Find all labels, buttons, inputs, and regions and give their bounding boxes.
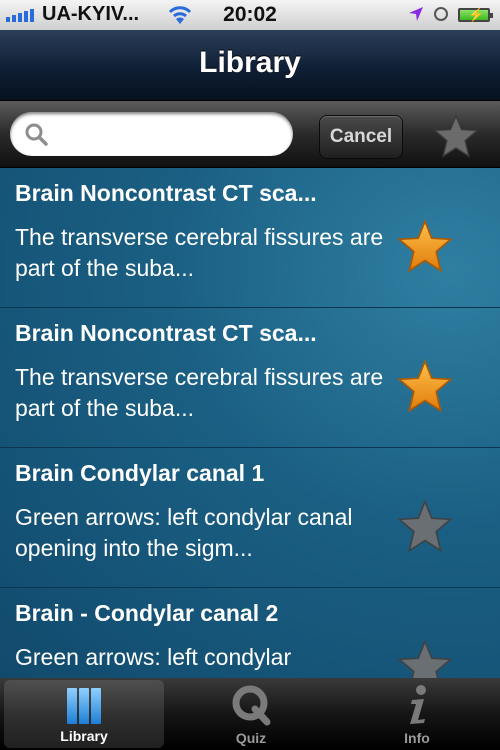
list-item[interactable]: Brain - Condylar canal 2 Green arrows: l… [0,588,500,678]
favorite-star-icon[interactable] [397,219,453,273]
item-title: Brain Noncontrast CT sca... [15,320,317,346]
tab-quiz[interactable]: Quiz [168,678,334,750]
tab-library[interactable]: Library [4,680,164,748]
item-description: Green arrows: left condylar canal openin… [15,504,353,561]
list-item[interactable]: Brain Condylar canal 1 Green arrows: lef… [0,448,500,588]
item-title: Brain - Condylar canal 2 [15,600,279,626]
search-field[interactable] [10,112,293,156]
cancel-button[interactable]: Cancel [319,115,403,159]
favorite-star-icon[interactable] [397,499,453,553]
search-bar: Cancel [0,101,500,168]
tab-info[interactable]: Info [334,678,500,750]
page-title: Library [199,46,301,79]
item-title: Brain Condylar canal 1 [15,460,265,486]
location-icon [409,7,423,21]
library-list: Brain Noncontrast CT sca... The transver… [0,168,500,678]
item-description: Green arrows: left condylar [15,644,292,670]
quiz-icon [232,685,271,726]
item-title: Brain Noncontrast CT sca... [15,180,317,206]
tab-label: Quiz [235,730,267,746]
list-item[interactable]: Brain Noncontrast CT sca... The transver… [0,168,500,308]
search-icon [25,123,48,146]
favorites-filter-star-icon[interactable] [433,114,479,158]
tab-bar: Library Quiz Info [0,678,500,750]
status-bar: UA-KYIV... 20:02 ⚡ [0,0,500,30]
item-description: The transverse cerebral fissures are par… [15,364,384,421]
list-item[interactable]: Brain Noncontrast CT sca... The transver… [0,308,500,448]
navigation-bar: Library [0,30,500,101]
library-icon [67,688,101,724]
alarm-icon [434,7,448,21]
battery-icon: ⚡ [458,7,493,22]
tab-label: Library [60,728,108,744]
search-input[interactable] [54,120,288,150]
status-time: 20:02 [223,3,277,26]
item-description: The transverse cerebral fissures are par… [15,224,384,281]
favorite-star-icon[interactable] [397,359,453,413]
favorite-star-icon[interactable] [397,639,453,678]
tab-label: Info [404,730,430,746]
info-icon [410,685,426,724]
